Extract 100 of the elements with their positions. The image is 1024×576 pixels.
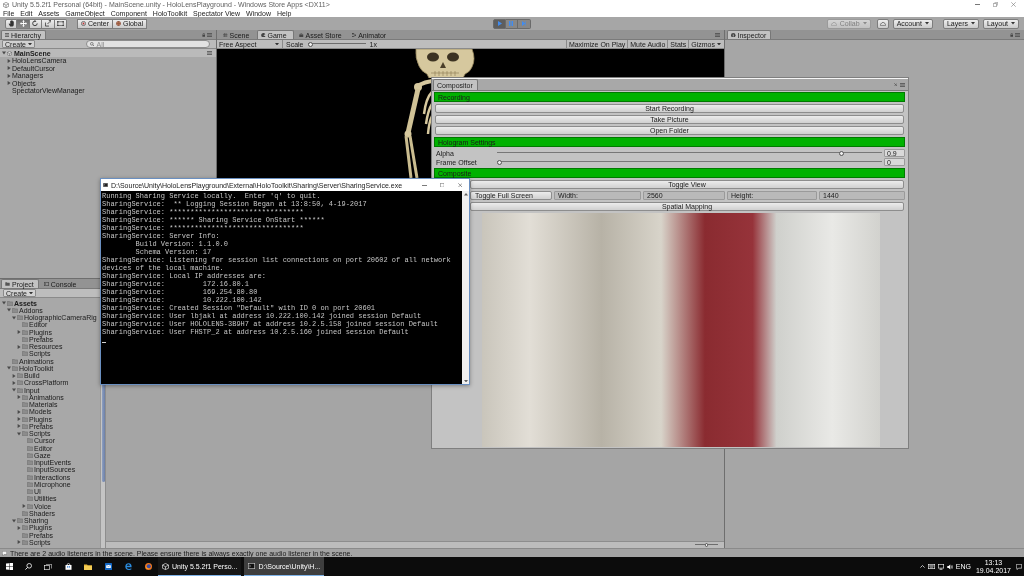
disclosure-triangle-icon[interactable]	[17, 431, 21, 436]
caret-icon	[29, 291, 33, 295]
cloud-icon	[879, 21, 886, 26]
list-icon	[5, 33, 9, 37]
scroll-down-icon[interactable]	[463, 379, 468, 382]
close-icon[interactable]	[893, 82, 897, 87]
rotate-arrow-icon	[32, 20, 39, 27]
disclosure-triangle-icon[interactable]	[7, 66, 11, 71]
caret-icon	[924, 22, 929, 25]
disclosure-triangle-icon[interactable]	[12, 373, 16, 378]
play-button[interactable]	[493, 18, 506, 29]
disclosure-triangle-icon[interactable]	[2, 301, 6, 306]
disclosure-triangle-icon[interactable]	[17, 424, 21, 429]
globe-icon	[115, 21, 121, 26]
flame-globe-icon[interactable]	[144, 563, 152, 570]
maximize-icon[interactable]	[439, 182, 445, 188]
scrollbar[interactable]	[462, 191, 469, 384]
stacked-windows-icon[interactable]	[44, 563, 52, 570]
close-icon[interactable]	[457, 182, 463, 188]
cloud-button[interactable]	[876, 18, 889, 29]
target-icon	[80, 21, 86, 26]
search-icon	[90, 41, 95, 47]
caret-icon	[28, 42, 32, 46]
caret-icon	[717, 42, 721, 46]
slider-thumb[interactable]	[704, 543, 709, 547]
disclosure-triangle-icon[interactable]	[7, 366, 11, 371]
disclosure-triangle-icon[interactable]	[7, 73, 11, 78]
menu-icon[interactable]	[900, 82, 905, 87]
lock-icon[interactable]	[1009, 32, 1013, 37]
size-slider[interactable]	[695, 543, 718, 547]
hand-tool-button[interactable]	[5, 18, 18, 29]
pause-icon	[509, 21, 514, 26]
slider-thumb[interactable]	[307, 41, 313, 47]
menu-icon[interactable]	[715, 32, 720, 37]
scale-icon	[44, 20, 52, 27]
shopping-bag-icon[interactable]	[64, 563, 72, 570]
disclosure-triangle-icon[interactable]	[17, 344, 21, 349]
move-arrows-icon	[19, 20, 27, 27]
letter-e-icon[interactable]	[124, 563, 132, 570]
disclosure-triangle-icon[interactable]	[17, 540, 21, 545]
pie-icon	[261, 32, 266, 38]
scroll-up-icon[interactable]	[463, 193, 468, 196]
scale-slider[interactable]	[307, 41, 366, 47]
disclosure-triangle-icon[interactable]	[17, 395, 21, 400]
disclosure-triangle-icon[interactable]	[2, 51, 6, 55]
disclosure-triangle-icon[interactable]	[17, 525, 21, 530]
disclosure-triangle-icon[interactable]	[17, 417, 21, 422]
disclosure-triangle-icon[interactable]	[12, 315, 16, 320]
text-cursor	[102, 342, 106, 343]
slider-track[interactable]	[497, 159, 882, 165]
terminal-window-icon	[248, 563, 256, 569]
menu-icon[interactable]	[207, 32, 212, 37]
disclosure-triangle-icon[interactable]	[12, 380, 16, 385]
disclosure-triangle-icon[interactable]	[7, 58, 11, 63]
step-button[interactable]	[518, 18, 531, 29]
rect-tool-button[interactable]	[54, 18, 67, 29]
grid-icon	[223, 32, 228, 38]
keyboard-icon[interactable]	[927, 564, 935, 569]
caret-icon	[1011, 22, 1015, 25]
search-icon[interactable]	[24, 563, 32, 570]
lock-icon[interactable]	[201, 32, 205, 37]
slider-track[interactable]	[497, 150, 882, 156]
monitor-icon[interactable]	[937, 563, 944, 570]
rect-tool-icon	[56, 20, 64, 27]
disclosure-triangle-icon[interactable]	[7, 308, 11, 313]
slider-thumb[interactable]	[839, 150, 844, 156]
slider-thumb[interactable]	[497, 159, 502, 165]
info-icon	[731, 32, 736, 38]
cube-icon	[162, 562, 169, 570]
move-tool-button[interactable]	[17, 18, 30, 29]
chevron-up-icon[interactable]	[919, 565, 925, 568]
cloud-icon	[830, 21, 837, 26]
disclosure-triangle-icon[interactable]	[7, 81, 11, 86]
notification-icon[interactable]	[1016, 563, 1022, 570]
close-icon[interactable]	[1010, 2, 1016, 7]
play-icon	[497, 21, 502, 26]
hand-icon	[7, 20, 15, 27]
message-icon	[2, 550, 7, 556]
minimize-icon[interactable]	[974, 4, 980, 5]
rotate-tool-button[interactable]	[29, 18, 43, 29]
cube-icon	[3, 1, 9, 8]
pause-button[interactable]	[505, 18, 519, 29]
speaker-icon[interactable]	[946, 563, 953, 570]
minimize-icon[interactable]	[421, 184, 427, 186]
bag-icon	[299, 32, 304, 38]
menu-icon[interactable]	[1015, 32, 1020, 37]
disclosure-triangle-icon[interactable]	[17, 409, 21, 414]
scale-tool-button[interactable]	[42, 18, 55, 29]
restore-icon[interactable]	[992, 2, 998, 7]
disclosure-triangle-icon[interactable]	[17, 330, 21, 335]
step-icon	[521, 21, 527, 26]
folder-icon[interactable]	[84, 563, 92, 570]
disclosure-triangle-icon[interactable]	[12, 388, 16, 393]
terminal-icon	[43, 282, 49, 286]
envelope-icon[interactable]	[104, 563, 112, 570]
caret-icon	[275, 42, 279, 46]
disclosure-triangle-icon[interactable]	[22, 504, 26, 509]
four-panes-icon[interactable]	[5, 563, 13, 570]
disclosure-triangle-icon[interactable]	[12, 518, 16, 523]
scene-cube-icon	[7, 50, 12, 56]
